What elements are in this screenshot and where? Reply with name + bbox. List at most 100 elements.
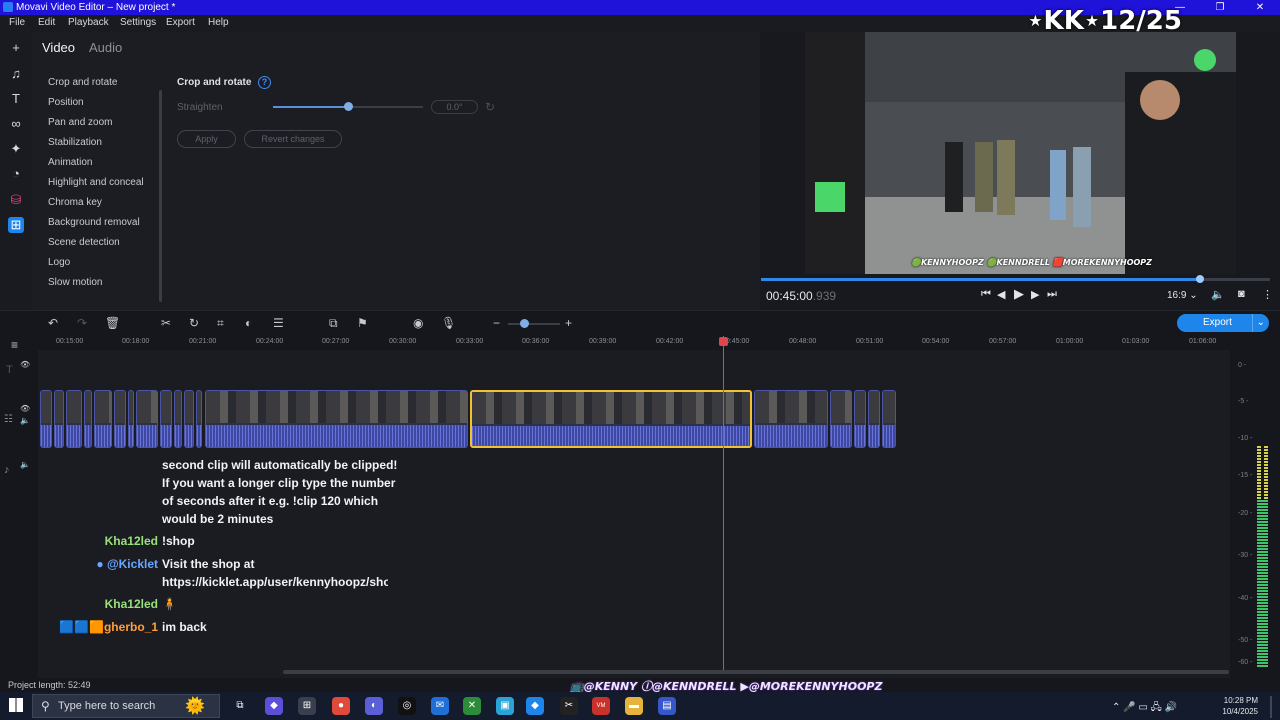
video-clip[interactable]	[868, 390, 880, 448]
video-clip[interactable]	[882, 390, 896, 448]
stickers-icon[interactable]: ◔	[8, 166, 24, 182]
zoom-in-icon[interactable]: +	[565, 316, 572, 330]
audio-track-mute-icon[interactable]: 🔈	[20, 460, 30, 469]
discord-icon[interactable]: ◐	[365, 697, 383, 715]
zoom-slider-handle[interactable]	[520, 319, 529, 328]
effects-icon[interactable]: ✦	[8, 141, 24, 157]
play-icon[interactable]: ▶	[1014, 286, 1024, 302]
skip-to-end-icon[interactable]: ⏭	[1047, 288, 1057, 301]
preview-progress-handle[interactable]	[1196, 275, 1204, 283]
clip-properties-icon[interactable]: ☰	[273, 316, 284, 330]
straighten-slider-handle[interactable]	[344, 102, 353, 111]
voicemeeter-icon[interactable]: VM	[592, 697, 610, 715]
close-button[interactable]: ✕	[1240, 0, 1280, 15]
video-clip[interactable]	[854, 390, 866, 448]
show-desktop-button[interactable]	[1270, 696, 1272, 718]
video-clip[interactable]	[160, 390, 172, 448]
video-clip[interactable]	[754, 390, 828, 448]
video-clip[interactable]	[128, 390, 134, 448]
timeline-ruler[interactable]: 00:15:00 00:18:00 00:21:00 00:24:00 00:2…	[40, 336, 1230, 350]
title-track-visibility-icon[interactable]: 👁	[20, 360, 30, 369]
photos-icon[interactable]: ▣	[496, 697, 514, 715]
video-clip[interactable]	[84, 390, 92, 448]
video-preview[interactable]: 🟢KENNYHOOPZ 🟢KENNDRELL 🟥MOREKENNYHOOPZ	[805, 32, 1236, 274]
feature-position[interactable]: Position	[48, 97, 84, 108]
marker-icon[interactable]: ⚑	[357, 316, 368, 330]
video-clip[interactable]	[114, 390, 126, 448]
video-clip-selected[interactable]	[470, 390, 752, 448]
video-track-mute-icon[interactable]: 🔈	[20, 416, 30, 425]
feature-slow-motion[interactable]: Slow motion	[48, 277, 102, 288]
zoom-slider-track[interactable]	[508, 323, 560, 325]
titles-icon[interactable]: T	[8, 91, 24, 107]
outlook-icon[interactable]: ✉	[431, 697, 449, 715]
apply-button[interactable]: Apply	[177, 130, 236, 148]
video-clip[interactable]	[205, 390, 468, 448]
feature-crop-and-rotate[interactable]: Crop and rotate	[48, 77, 118, 88]
crop-icon[interactable]: ⌗	[217, 316, 224, 331]
timeline-horizontal-scrollbar[interactable]	[283, 670, 1229, 674]
snapshot-icon[interactable]: ◙	[1238, 288, 1245, 300]
feature-pan-and-zoom[interactable]: Pan and zoom	[48, 117, 113, 128]
capcut-icon[interactable]: ✂	[560, 697, 578, 715]
video-clip[interactable]	[40, 390, 52, 448]
webcam-icon[interactable]: ◉	[413, 316, 423, 330]
menu-help[interactable]: Help	[208, 17, 229, 28]
track-settings-icon[interactable]: ≡	[11, 338, 18, 352]
feature-animation[interactable]: Animation	[48, 157, 92, 168]
tab-video[interactable]: Video	[42, 40, 75, 55]
chrome-icon[interactable]: ●	[332, 697, 350, 715]
video-clip[interactable]	[66, 390, 82, 448]
angle-input[interactable]: 0.0°	[431, 100, 478, 114]
delete-icon[interactable]: 🗑	[105, 316, 120, 330]
next-frame-icon[interactable]: ▶︎	[1031, 288, 1039, 301]
overlay-icon[interactable]: ⧉	[329, 316, 338, 331]
file-explorer-icon[interactable]: ▬	[625, 697, 643, 715]
obs-icon[interactable]: ◎	[398, 697, 416, 715]
volume-icon[interactable]: 🔈	[1211, 288, 1225, 301]
video-clip[interactable]	[174, 390, 182, 448]
video-clip[interactable]	[196, 390, 202, 448]
menu-file[interactable]: File	[9, 17, 25, 28]
video-track-visibility-icon[interactable]: 👁	[20, 404, 30, 413]
zoom-out-icon[interactable]: −	[493, 316, 500, 330]
maximize-button[interactable]: ❐	[1200, 0, 1240, 15]
video-clip[interactable]	[830, 390, 852, 448]
feature-background-removal[interactable]: Background removal	[48, 217, 140, 228]
music-icon[interactable]: ♫	[8, 66, 24, 82]
prev-frame-icon[interactable]: ◀︎	[997, 288, 1005, 301]
cut-icon[interactable]: ✂	[161, 316, 171, 330]
feature-stabilization[interactable]: Stabilization	[48, 137, 102, 148]
video-clip[interactable]	[184, 390, 194, 448]
menu-edit[interactable]: Edit	[38, 17, 55, 28]
feature-chroma-key[interactable]: Chroma key	[48, 197, 102, 208]
microphone-icon[interactable]: 🎙	[441, 316, 456, 330]
movavi-icon[interactable]: ◆	[526, 697, 544, 715]
start-icon[interactable]	[9, 698, 23, 712]
feature-highlight-and-conceal[interactable]: Highlight and conceal	[48, 177, 144, 188]
help-icon[interactable]: ?	[258, 76, 271, 89]
redo-icon[interactable]: ↷	[77, 316, 87, 330]
task-view-icon[interactable]: ⧉	[231, 697, 249, 715]
undo-icon[interactable]: ↶	[48, 316, 58, 330]
skip-to-start-icon[interactable]: ⏮	[981, 288, 991, 301]
color-adjust-icon[interactable]: ◐	[245, 316, 252, 330]
feature-list-scrollbar[interactable]	[159, 90, 162, 302]
playhead-line[interactable]	[723, 336, 724, 672]
preview-progress-track[interactable]	[1200, 278, 1270, 281]
store-icon[interactable]: ⛁	[8, 192, 24, 208]
more-options-icon[interactable]: ⋮	[1262, 288, 1273, 301]
taskbar-search[interactable]: ⚲ Type here to search 🌞	[32, 694, 220, 718]
video-clip[interactable]	[54, 390, 64, 448]
tab-audio[interactable]: Audio	[89, 40, 122, 55]
video-clip[interactable]	[136, 390, 158, 448]
menu-playback[interactable]: Playback	[68, 17, 109, 28]
more-tools-icon[interactable]: ⊞	[8, 217, 24, 233]
copilot-icon[interactable]: ◆	[265, 697, 283, 715]
feature-scene-detection[interactable]: Scene detection	[48, 237, 120, 248]
xbox-icon[interactable]: ✕	[463, 697, 481, 715]
menu-export[interactable]: Export	[166, 17, 195, 28]
app-icon[interactable]: ▤	[658, 697, 676, 715]
add-media-icon[interactable]: +	[8, 40, 24, 56]
export-dropdown-icon[interactable]: ⌄	[1251, 314, 1265, 332]
